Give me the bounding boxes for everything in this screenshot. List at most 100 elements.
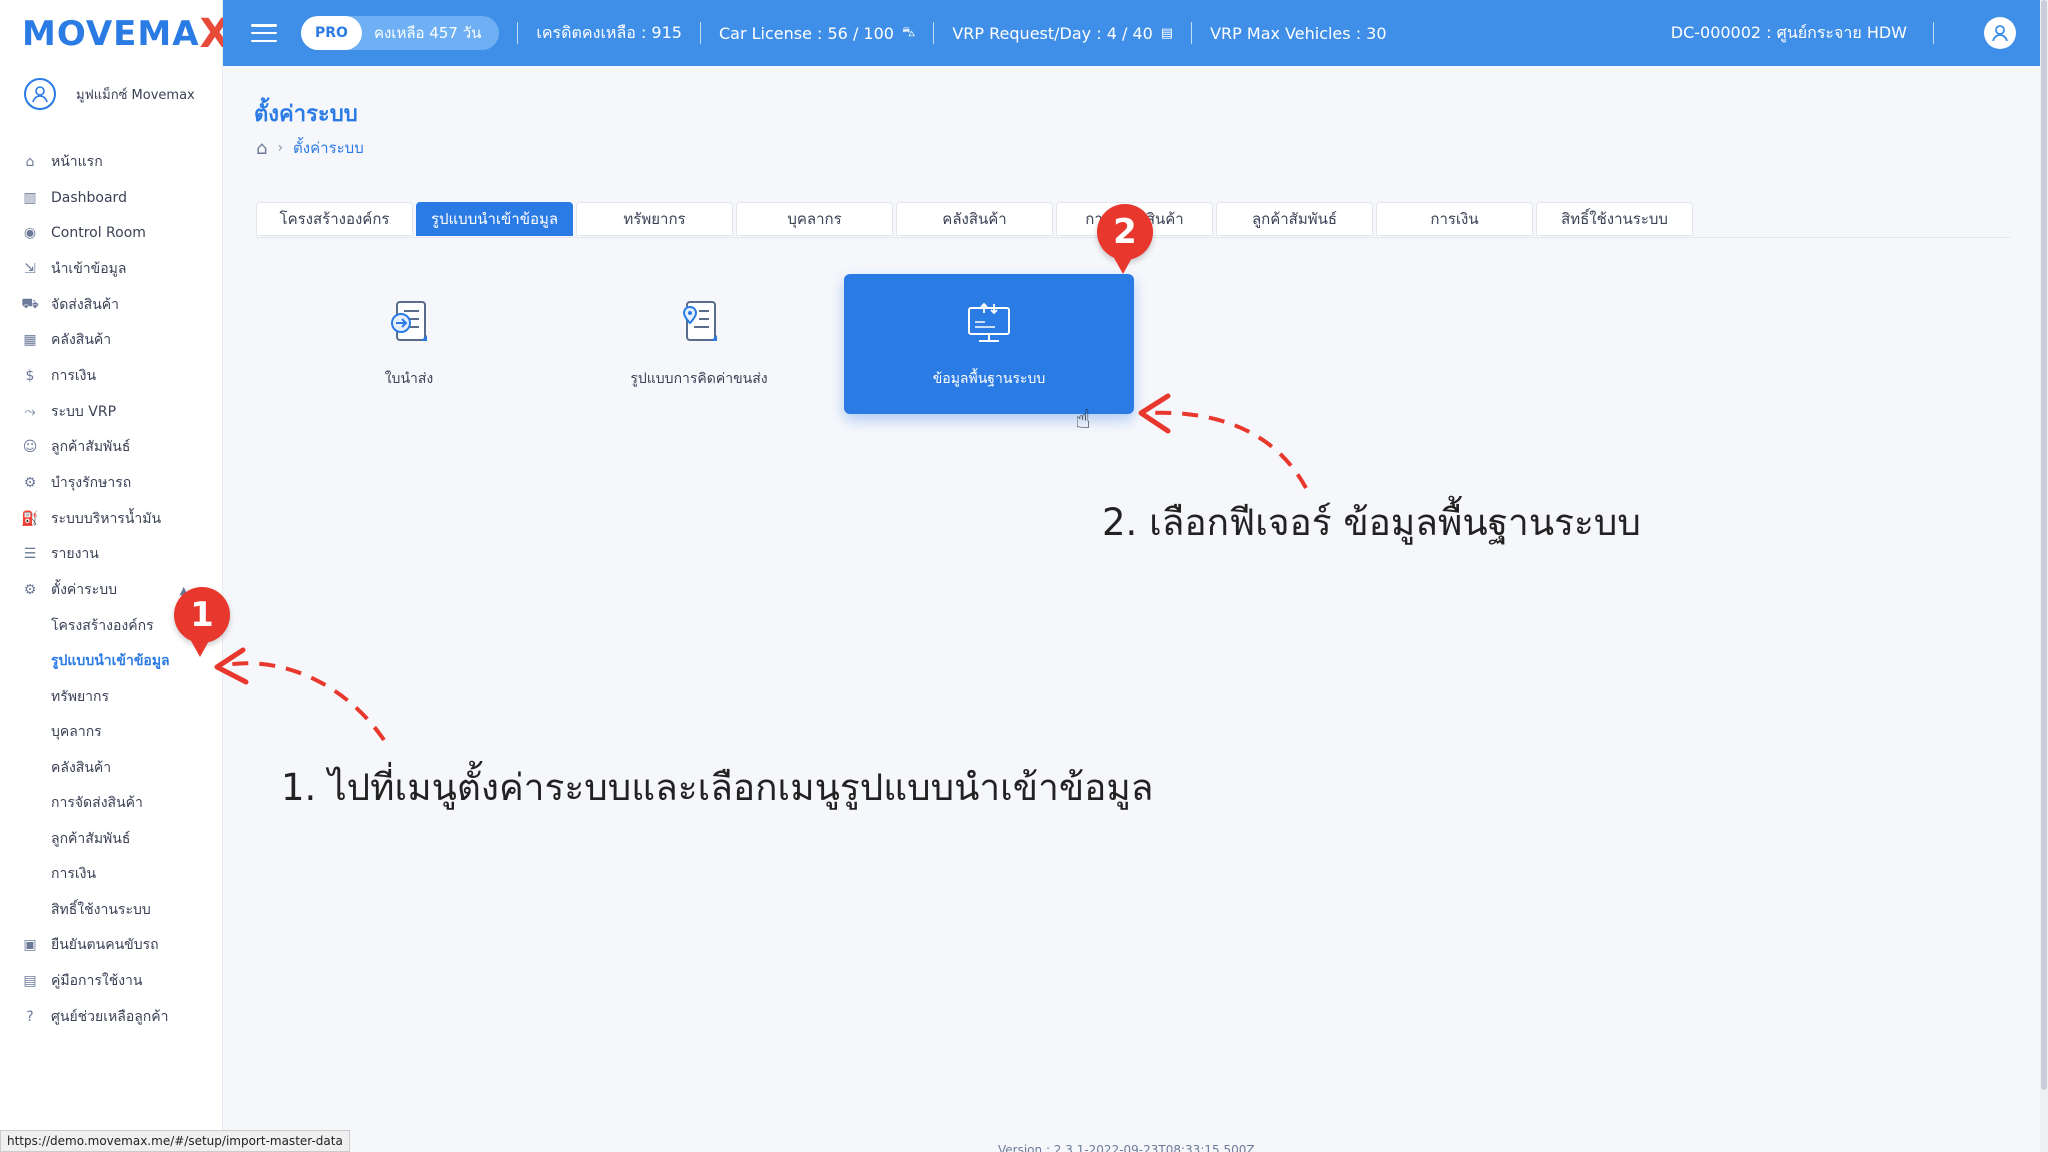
report-icon: ☰ [23,546,37,563]
sidebar-item-label: จัดส่งสินค้า [51,296,120,313]
sidebar-item-fuel[interactable]: ⛽ ระบบบริหารน้ำมัน [0,501,222,537]
import-format-cards: ใบนำส่ง รูปแบบการคิดค่าขนส่ง ข้อมูลพื้นฐ… [264,274,1134,414]
car-icon: ⛍ [901,24,916,40]
sidebar-sub-import-format[interactable]: รูปแบบนำเข้าข้อมูล [0,643,222,679]
truck-icon: ⛟ [21,295,39,312]
tab-import-format[interactable]: รูปแบบนำเข้าข้อมูล [416,202,573,236]
map-pin-icon: ◉ [23,225,37,242]
tab-finance[interactable]: การเงิน [1376,202,1533,236]
customer-icon: ☺ [22,439,38,456]
pro-badge: PRO [301,16,362,50]
tab-crm[interactable]: ลูกค้าสัมพันธ์ [1216,202,1373,236]
sidebar-item-finance[interactable]: $ การเงิน [0,358,222,394]
sidebar-item-label: Control Room [51,225,146,242]
user-account-icon[interactable] [1984,17,2016,49]
sidebar-item-home[interactable]: ⌂ หน้าแรก [0,144,222,180]
user-avatar-icon [24,78,56,110]
user-profile[interactable]: มูฟแม็กซ์ Movemax [24,78,195,110]
card-master-data[interactable]: ข้อมูลพื้นฐานระบบ [844,274,1134,414]
dollar-icon: $ [25,367,35,384]
sidebar-sub-crm[interactable]: ลูกค้าสัมพันธ์ [0,821,222,857]
mouse-pointer-icon: ☝ [1075,405,1091,435]
sidebar-item-manual[interactable]: ▤ คู่มือการใช้งาน [0,963,222,999]
breadcrumb-current[interactable]: ตั้งค่าระบบ [293,136,364,160]
movemax-logo[interactable]: MOVEMA X [22,10,231,58]
sidebar-item-control-room[interactable]: ◉ Control Room [0,215,222,251]
id-card-icon: ▣ [23,937,37,954]
sidebar: MOVEMA X มูฟแม็กซ์ Movemax ⌂ หน้าแรก ▥ Dash… [0,0,230,1152]
help-icon: ? [26,1008,34,1025]
sidebar-item-warehouse[interactable]: ▦ คลังสินค้า [0,322,222,358]
sidebar-item-label: ยืนยันตนคนขับรถ [51,937,159,954]
divider [1933,22,1934,44]
sidebar-item-vrp[interactable]: ⤳ ระบบ VRP [0,394,222,430]
sidebar-item-driver-verify[interactable]: ▣ ยืนยันตนคนขับรถ [0,927,222,963]
sidebar-sub-personnel[interactable]: บุคลากร [0,714,222,750]
chevron-right-icon: › [277,140,284,156]
sidebar-item-maintenance[interactable]: ⚙ บำรุงรักษารถ [0,465,222,501]
maintenance-icon: ⚙ [23,475,37,492]
home-icon: ⌂ [25,153,35,170]
manual-icon: ▤ [23,972,37,989]
warehouse-icon: ▦ [23,332,37,349]
dc-selector[interactable]: DC-000002 : ศูนย์กระจาย HDW [1671,21,1907,46]
pricing-doc-icon [675,298,723,348]
divider [517,22,519,44]
sidebar-item-crm[interactable]: ☺ ลูกค้าสัมพันธ์ [0,430,222,466]
card-label: ข้อมูลพื้นฐานระบบ [932,371,1046,387]
document-icon: ▤ [1160,25,1174,41]
sidebar-item-label: Dashboard [51,189,127,206]
days-left: คงเหลือ 457 วัน [373,24,482,42]
tab-org-structure[interactable]: โครงสร้างองค์กร [256,202,413,236]
page-title: ตั้งค่าระบบ [254,102,358,127]
step-badge-2: 2 [1097,204,1153,274]
sidebar-item-label: หน้าแรก [51,153,103,170]
tab-resources[interactable]: ทรัพยากร [576,202,733,236]
sidebar-sub-delivery[interactable]: การจัดส่งสินค้า [0,785,222,821]
vrp-request: VRP Request/Day : 4 / 40 [952,23,1153,43]
fuel-icon: ⛽ [21,510,39,527]
top-bar: PRO คงเหลือ 457 วัน เครดิตคงเหลือ : 915 … [223,0,2040,66]
step-badge-1: 1 [174,587,230,657]
sidebar-item-report[interactable]: ☰ รายงาน [0,537,222,573]
menu-toggle-icon[interactable] [251,24,277,42]
sidebar-item-label: คลังสินค้า [51,332,112,349]
sidebar-item-label: ศูนย์ช่วยเหลือลูกค้า [51,1008,169,1025]
tab-warehouse[interactable]: คลังสินค้า [896,202,1053,236]
route-icon: ⤳ [24,403,36,420]
sidebar-item-label: ตั้งค่าระบบ [51,582,117,599]
tab-permissions[interactable]: สิทธิ์ใช้งานระบบ [1536,202,1693,236]
sidebar-sub-warehouse[interactable]: คลังสินค้า [0,750,222,786]
delivery-doc-icon [385,298,433,348]
logo-text: MOVEMA [22,14,200,54]
card-label: รูปแบบการคิดค่าขนส่ง [630,371,768,387]
divider [1191,22,1193,44]
version-label: Version : 2.3.1-2022-09-23T08:33:15.500Z [998,1143,1255,1152]
card-delivery-note[interactable]: ใบนำส่ง [264,274,554,414]
sidebar-item-label: คู่มือการใช้งาน [51,972,143,989]
topbar-right: DC-000002 : ศูนย์กระจาย HDW [1671,0,1960,66]
credit-remaining: เครดิตคงเหลือ : 915 [536,22,682,42]
divider [933,22,935,44]
vrp-max-vehicles: VRP Max Vehicles : 30 [1210,23,1387,43]
sidebar-item-help[interactable]: ? ศูนย์ช่วยเหลือลูกค้า [0,999,222,1035]
settings-icon: ⚙ [23,582,37,599]
sidebar-sub-finance[interactable]: การเงิน [0,856,222,892]
sidebar-item-import[interactable]: ⇲ นำเข้าข้อมูล [0,251,222,287]
scrollbar-thumb[interactable] [2041,0,2047,1090]
tab-personnel[interactable]: บุคลากร [736,202,893,236]
sidebar-item-label: การเงิน [51,367,97,384]
sidebar-item-dashboard[interactable]: ▥ Dashboard [0,180,222,216]
plan-status: PRO คงเหลือ 457 วัน [301,16,500,50]
sidebar-item-label: ลูกค้าสัมพันธ์ [51,439,131,456]
import-icon: ⇲ [24,260,36,277]
card-label: ใบนำส่ง [384,371,434,387]
page-scrollbar[interactable] [2040,0,2048,1152]
annotation-arrows [214,393,1308,742]
home-icon[interactable]: ⌂ [256,138,267,159]
sidebar-sub-permissions[interactable]: สิทธิ์ใช้งานระบบ [0,892,222,928]
sidebar-sub-resources[interactable]: ทรัพยากร [0,679,222,715]
sidebar-item-delivery[interactable]: ⛟ จัดส่งสินค้า [0,287,222,323]
card-shipping-rate[interactable]: รูปแบบการคิดค่าขนส่ง [554,274,844,414]
sidebar-item-label: ระบบบริหารน้ำมัน [51,510,162,527]
